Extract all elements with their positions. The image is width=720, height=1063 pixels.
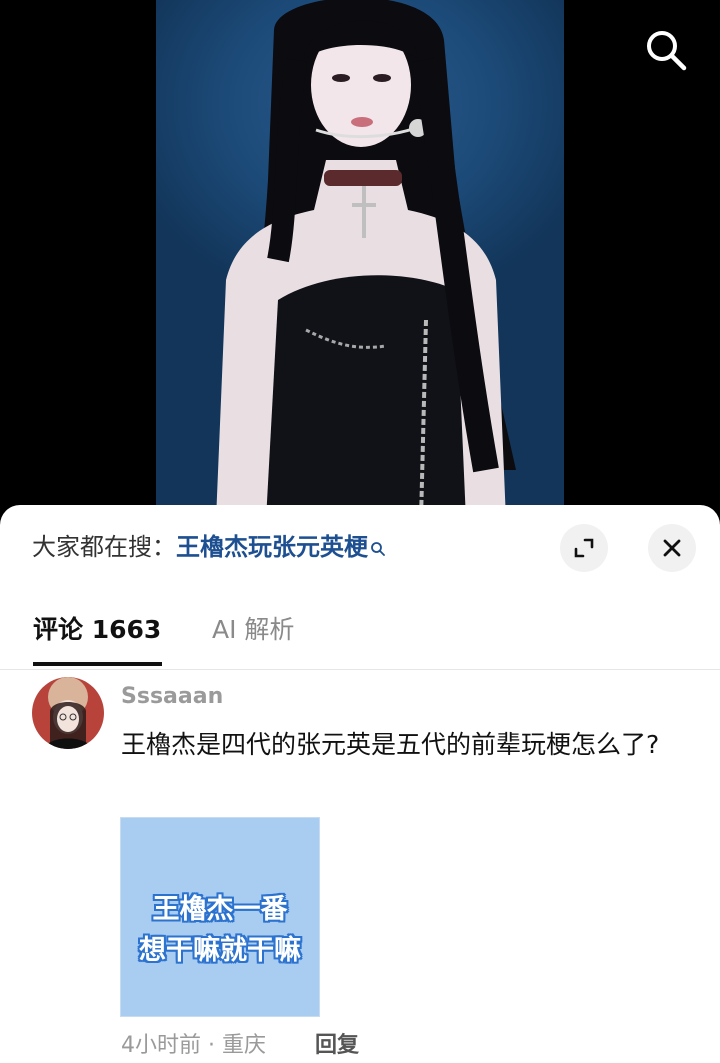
avatar[interactable] (32, 677, 104, 749)
search-hint-prefix: 大家都在搜： (32, 533, 176, 561)
tab-ai-analysis[interactable]: AI 解析 (212, 613, 294, 647)
close-icon (663, 539, 681, 557)
expand-button[interactable] (560, 524, 608, 572)
video-frame[interactable] (156, 0, 564, 520)
performer-illustration (216, 0, 516, 520)
comment-tabs: 评论 1663 AI 解析 (0, 605, 720, 670)
close-button[interactable] (648, 524, 696, 572)
expand-icon (574, 538, 594, 558)
comment-image-text-line-1: 王櫓杰一番 (152, 894, 288, 925)
video-player[interactable] (0, 0, 720, 520)
search-icon (647, 31, 687, 71)
comment-image-text-line-2: 想干嘛就干嘛 (139, 935, 301, 966)
comment-username[interactable]: Sssaaan (121, 683, 223, 711)
trending-search-hint[interactable]: 大家都在搜：王櫓杰玩张元英梗 (32, 532, 386, 564)
comments-sheet: 大家都在搜：王櫓杰玩张元英梗 评论 1663 AI 解析 Sssaaan 王櫓杰… (0, 505, 720, 1063)
active-tab-indicator (33, 662, 162, 666)
comment-text: 王櫓杰是四代的张元英是五代的前辈玩梗怎么了? (121, 730, 660, 759)
reply-button[interactable]: 回复 (315, 1031, 359, 1061)
comment-meta: 4小时前 · 重庆 (121, 1033, 266, 1058)
comment-image[interactable]: 王櫓杰一番 想干嘛就干嘛 (120, 817, 320, 1017)
search-button[interactable] (642, 26, 690, 74)
search-hint-term[interactable]: 王櫓杰玩张元英梗 (176, 533, 368, 561)
search-icon (370, 534, 386, 564)
tab-comments[interactable]: 评论 1663 (33, 613, 161, 647)
